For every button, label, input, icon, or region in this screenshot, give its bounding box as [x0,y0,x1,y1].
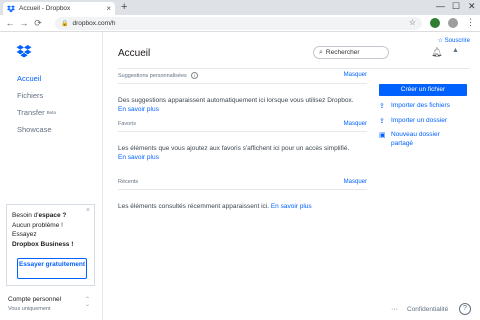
sidebar: Accueil Fichiers Transfer Beta Showcase ×… [0,32,103,320]
new-shared-folder-action[interactable]: ▣ Nouveau dossier partagé [379,131,467,148]
minimize-icon[interactable]: — [436,1,445,11]
hide-link[interactable]: Masquer [344,72,367,78]
search-icon: ⌕ [319,48,323,56]
favorites-section: Favoris Masquer Les éléments que vous aj… [118,121,367,162]
create-file-button[interactable]: Créer un fichier [379,84,467,96]
search-box[interactable]: ⌕ [313,46,389,59]
window-close-icon[interactable]: ✕ [468,1,476,12]
help-icon[interactable]: ? [459,303,471,315]
upload-files-action[interactable]: ⇪ Importer des fichiers [379,102,467,111]
divider [118,68,470,69]
account-subtitle: Vous uniquement [8,306,51,312]
search-input[interactable] [325,49,386,56]
beta-badge: Beta [46,110,56,115]
account-toggle-icon[interactable]: ⌃ ⌄ [85,297,90,308]
section-title: Suggestions personnalisées i [118,72,367,79]
account-name: Compte personnel [8,296,62,303]
url-text: dropbox.com/h [72,20,116,27]
learn-more-link[interactable]: En savoir plus [118,154,159,161]
avatar[interactable]: ▲ [452,47,459,54]
sidebar-item-accueil[interactable]: Accueil [17,70,56,87]
divider [118,131,367,132]
business-promo-card: × Besoin d'espace ? Aucun problème ! Ess… [6,204,95,286]
section-body: Les éléments consultés récemment apparai… [118,203,312,210]
section-title: Favoris [118,121,137,127]
promo-line: Aucun problème ! [12,221,63,229]
browser-tab-bar: Accueil - Dropbox × + — ☐ ✕ [0,0,480,15]
browser-tab-title: Accueil - Dropbox [19,5,71,12]
profile-avatar-icon[interactable] [448,18,458,28]
extension-icon[interactable] [430,18,440,28]
sidebar-item-label: Transfer [17,108,45,117]
main-content: ☆ Souscrire Accueil ⌕ 🔔︎ ▲ Suggestions p… [103,32,480,320]
sidebar-item-fichiers[interactable]: Fichiers [17,87,56,104]
hide-link[interactable]: Masquer [344,179,367,185]
hide-link[interactable]: Masquer [344,121,367,127]
promo-close-icon[interactable]: × [86,207,90,214]
bookmark-star-icon[interactable]: ☆ [409,18,416,27]
tab-close-icon[interactable]: × [106,4,111,13]
new-tab-button[interactable]: + [121,1,127,13]
browser-tab[interactable]: Accueil - Dropbox × [3,2,115,15]
section-body: Les éléments que vous ajoutez aux favori… [118,145,350,161]
action-label: Importer des fichiers [391,102,450,109]
suggestions-section: Suggestions personnalisées i Masquer Des … [118,72,367,114]
lock-icon: 🔒 [61,21,69,27]
try-free-button[interactable]: Essayer gratuitement [17,258,87,279]
actions-panel: Créer un fichier ⇪ Importer des fichiers… [379,84,467,148]
page-title: Accueil [118,48,151,59]
back-icon[interactable]: ← [3,18,17,28]
info-icon[interactable]: i [190,72,198,79]
browser-toolbar: ← → ⟳ 🔒 dropbox.com/h ☆ [0,15,480,32]
dropbox-page: Accueil Fichiers Transfer Beta Showcase ×… [0,32,480,320]
address-bar[interactable]: 🔒 dropbox.com/h ☆ [55,17,422,30]
promo-line: Dropbox Business ! [12,240,74,248]
section-body: Des suggestions apparaissent automatique… [118,97,354,113]
notification-bell-icon[interactable]: 🔔︎ [431,47,442,58]
divider [118,83,367,84]
forward-icon[interactable]: → [17,18,31,28]
reload-icon[interactable]: ⟳ [31,18,45,29]
privacy-link[interactable]: Confidentialité [407,306,448,313]
recents-section: Récents Masquer Les éléments consultés r… [118,179,367,212]
sidebar-item-transfer[interactable]: Transfer Beta [17,104,56,121]
dropbox-logo-icon[interactable] [16,45,32,58]
divider [118,189,367,190]
maximize-icon[interactable]: ☐ [452,1,460,12]
upload-folder-action[interactable]: ⇪ Importer un dossier [379,117,467,126]
upgrade-link[interactable]: ☆ Souscrire [438,37,470,44]
sidebar-item-showcase[interactable]: Showcase [17,121,56,138]
upload-folder-icon: ⇪ [379,117,385,125]
action-label: Importer un dossier [391,116,447,124]
section-title: Récents [118,179,139,185]
promo-line: Besoin d'espace ? [12,212,67,219]
learn-more-link[interactable]: En savoir plus [271,203,312,210]
browser-menu-icon[interactable]: ⋮ [466,17,475,28]
account-switcher[interactable]: Compte personnel Vous uniquement [8,296,61,312]
sidebar-nav: Accueil Fichiers Transfer Beta Showcase [17,70,56,138]
dropbox-favicon-icon [7,5,15,12]
promo-line: Essayez [12,231,37,238]
action-label: Nouveau dossier partagé [391,131,440,147]
learn-more-link[interactable]: En savoir plus [118,106,159,113]
shared-folder-icon: ▣ [379,132,386,139]
more-options-icon[interactable]: ··· [391,306,398,313]
upload-file-icon: ⇪ [379,103,385,110]
